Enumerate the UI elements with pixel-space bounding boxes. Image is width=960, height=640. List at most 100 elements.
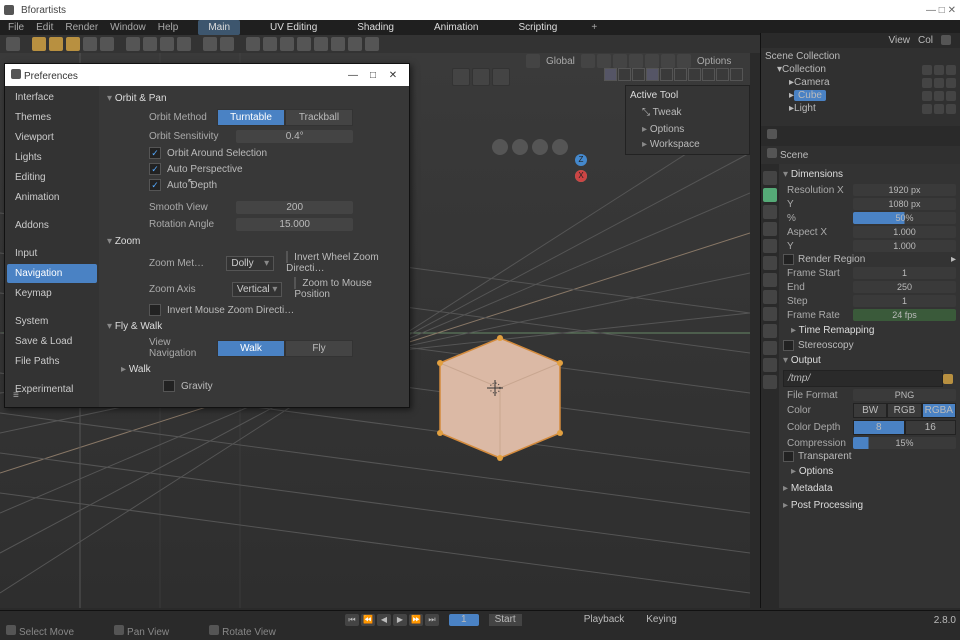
vis-icon[interactable] (922, 65, 932, 75)
workspace-tab-uv[interactable]: UV Editing (260, 20, 327, 35)
prefs-nav-lights[interactable]: Lights (7, 148, 97, 167)
render-region-check[interactable] (783, 254, 794, 265)
orbit-turntable-button[interactable]: Turntable (217, 109, 285, 126)
ptab-object[interactable] (763, 256, 777, 270)
frame-rate-dropdown[interactable]: 24 fps (853, 309, 956, 321)
section-flywalk[interactable]: Fly & Walk (107, 318, 401, 335)
ptab-output[interactable] (763, 188, 777, 202)
overlay5-icon[interactable] (677, 54, 691, 68)
next-key-button[interactable]: ⏩ (409, 614, 423, 626)
prefs-min-button[interactable]: — (343, 70, 363, 81)
prefs-nav-interface[interactable]: Interface (7, 88, 97, 107)
link-icon[interactable] (160, 37, 174, 51)
prefs-max-button[interactable]: □ (363, 70, 383, 81)
keying-dropdown[interactable]: Keying (646, 614, 677, 626)
orbit-around-selection-check[interactable]: ✓ (149, 147, 161, 159)
shade5-icon[interactable] (660, 68, 673, 81)
window-max-button[interactable]: □ (939, 5, 945, 16)
ptab-particle[interactable] (763, 290, 777, 304)
ptab-material[interactable] (763, 358, 777, 372)
prefs-nav-addons[interactable]: Addons (7, 216, 97, 235)
shade10-icon[interactable] (730, 68, 743, 81)
aspectx-field[interactable]: 1.000 (853, 226, 956, 238)
new-file-icon[interactable] (32, 37, 46, 51)
prefs-nav-input[interactable]: Input (7, 244, 97, 263)
filter-icon[interactable] (941, 35, 951, 45)
rotation-angle-field[interactable]: 15.000 (236, 218, 353, 231)
mode-snap-icon[interactable] (492, 68, 510, 86)
play-rev-button[interactable]: ◀ (377, 614, 391, 626)
ptab-constraint[interactable] (763, 324, 777, 338)
ptab-data[interactable] (763, 341, 777, 355)
ptab-mod[interactable] (763, 273, 777, 287)
disk-icon[interactable] (83, 37, 97, 51)
overlay2-icon[interactable] (629, 54, 643, 68)
prefs-nav-system[interactable]: System (7, 312, 97, 331)
fly-button[interactable]: Fly (285, 340, 353, 357)
time-remapping-header[interactable]: Time Remapping (791, 322, 956, 339)
folder-icon[interactable] (943, 374, 953, 384)
prefs-nav-viewport[interactable]: Viewport (7, 128, 97, 147)
prefs-nav-navigation[interactable]: Navigation (7, 264, 97, 283)
redo-icon[interactable] (220, 37, 234, 51)
zoom-method-dropdown[interactable]: Dolly (226, 256, 274, 271)
resx-field[interactable]: 1920 px (853, 184, 956, 196)
active-tool-workspace[interactable]: Workspace (630, 137, 745, 152)
ptab-view[interactable] (763, 205, 777, 219)
workspace-add-button[interactable]: + (591, 22, 597, 33)
ren-icon[interactable] (946, 65, 956, 75)
metadata-header[interactable]: Metadata (783, 480, 956, 497)
outliner-light[interactable]: Light (794, 103, 816, 114)
dimensions-header[interactable]: Dimensions (783, 166, 956, 183)
color-rgb-button[interactable]: RGB (887, 403, 921, 418)
camera-icon[interactable] (532, 139, 548, 155)
frame-end-field[interactable]: 250 (853, 281, 956, 293)
menu-help[interactable]: Help (158, 22, 179, 33)
axis-z[interactable]: Z (575, 154, 587, 166)
workspace-tab-main[interactable]: Main (198, 20, 240, 35)
window-close-button[interactable]: ✕ (948, 5, 956, 16)
shade1-icon[interactable] (604, 68, 617, 81)
jump-end-button[interactable]: ⏭ (425, 614, 439, 626)
prefs-menu-button[interactable]: ≡ (13, 390, 19, 401)
open-file-icon[interactable] (49, 37, 63, 51)
section-zoom[interactable]: Zoom (107, 233, 401, 250)
prefs-nav-animation[interactable]: Animation (7, 188, 97, 207)
file-format-dropdown[interactable]: PNG (853, 389, 956, 401)
zoom-to-mouse-check[interactable] (294, 277, 296, 289)
ptab-texture[interactable] (763, 375, 777, 389)
menu-window[interactable]: Window (110, 22, 146, 33)
menu-file[interactable]: File (8, 22, 24, 33)
frame-start-field[interactable]: 1 (853, 267, 956, 279)
overlay4-icon[interactable] (661, 54, 675, 68)
shade9-icon[interactable] (716, 68, 729, 81)
axis-x[interactable]: X (575, 170, 587, 182)
prefs-nav-editing[interactable]: Editing (7, 168, 97, 187)
mode-select-icon[interactable] (452, 68, 470, 86)
prefs-nav-keymap[interactable]: Keymap (7, 284, 97, 303)
output-options-header[interactable]: Options (791, 463, 956, 480)
shade2-icon[interactable] (618, 68, 631, 81)
orient-dropdown[interactable]: Global (542, 56, 579, 67)
workspace-tab-script[interactable]: Scripting (508, 20, 567, 35)
propedit-icon[interactable] (597, 54, 611, 68)
depth-8-button[interactable]: 8 (853, 420, 905, 435)
outliner-col[interactable]: Col (918, 35, 933, 46)
tool-icon[interactable] (6, 37, 20, 51)
workspace-tab-anim[interactable]: Animation (424, 20, 488, 35)
options-dropdown[interactable]: Options (693, 56, 735, 67)
output-path-field[interactable]: /tmp/ (783, 370, 943, 387)
collection[interactable]: Collection (782, 64, 826, 75)
zoom-icon[interactable] (492, 139, 508, 155)
active-tool-options[interactable]: Options (630, 122, 745, 137)
stereoscopy-check[interactable] (783, 340, 794, 351)
overlay3-icon[interactable] (645, 54, 659, 68)
auto-depth-check[interactable]: ✓ (149, 179, 161, 191)
ptab-world[interactable] (763, 239, 777, 253)
menu-edit[interactable]: Edit (36, 22, 53, 33)
playback-dropdown[interactable]: Playback (584, 614, 625, 626)
viewport-icon[interactable] (314, 37, 328, 51)
scene-collection[interactable]: Scene Collection (765, 51, 840, 62)
play-button[interactable]: ▶ (393, 614, 407, 626)
output-header[interactable]: Output (783, 352, 956, 369)
